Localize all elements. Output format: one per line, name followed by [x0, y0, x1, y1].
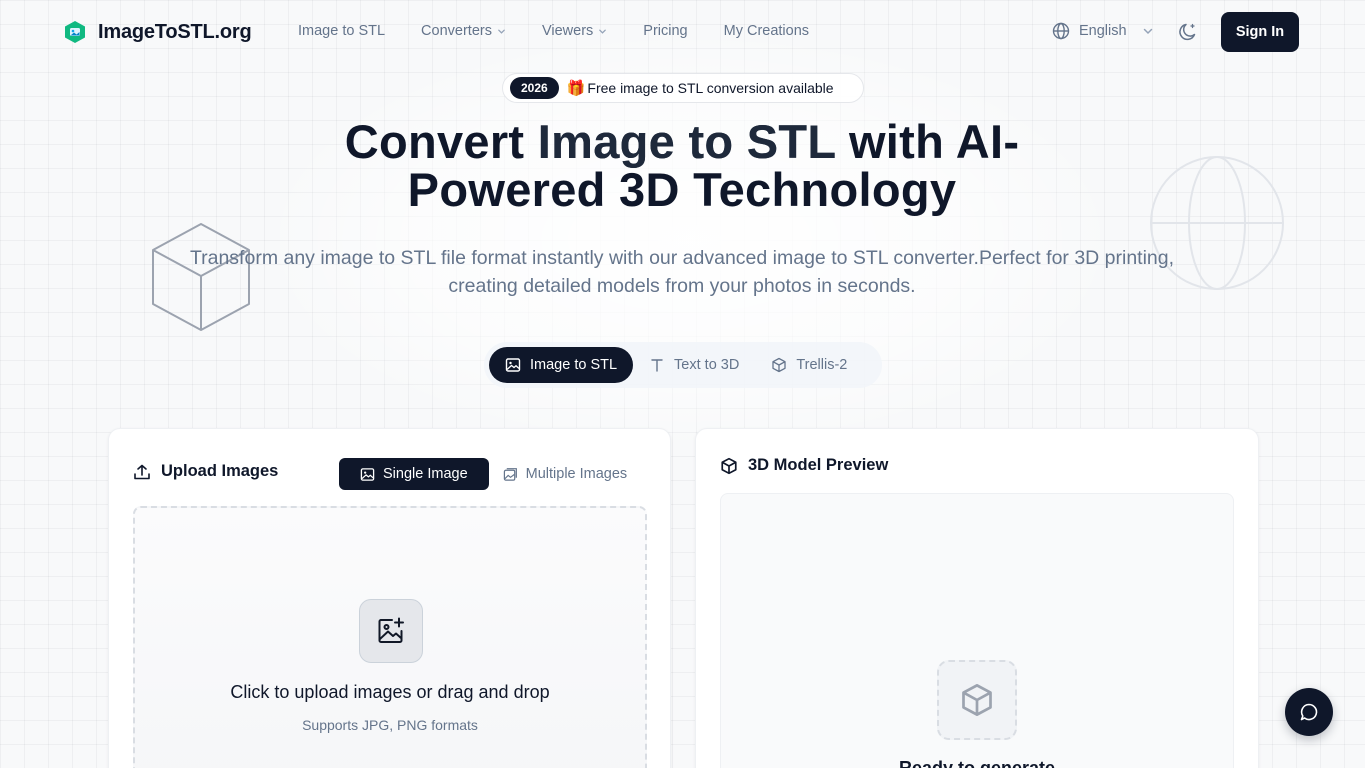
hero-title-accent: Image to STL [537, 115, 836, 168]
brand-logo-link[interactable]: ImageToSTL.org [64, 20, 252, 44]
nav-label: Image to STL [298, 23, 386, 39]
hero-title-part: Convert [344, 115, 538, 168]
dropzone-hint: Supports JPG, PNG formats [302, 717, 478, 733]
hero-title-line2: Powered 3D Technology [407, 163, 957, 216]
preview-status: Ready to generate [898, 758, 1056, 768]
preview-panel: 3D Model Preview Ready to generate [695, 428, 1259, 768]
upload-mode-toggle: Single Image Multiple Images [339, 458, 641, 490]
tab-label: Image to STL [530, 357, 618, 373]
hero-title: Convert Image to STL with AI- Powered 3D… [232, 118, 1132, 214]
sign-in-button[interactable]: Sign In [1221, 12, 1299, 52]
main-nav: Image to STL Converters Viewers Pricing … [298, 23, 845, 39]
image-plus-icon [359, 599, 423, 663]
tab-label: Text to 3D [674, 357, 740, 373]
multiple-images-button[interactable]: Multiple Images [489, 458, 642, 490]
tab-trellis-2[interactable]: Trellis-2 [755, 347, 863, 383]
nav-item-my-creations[interactable]: My Creations [724, 23, 809, 39]
announcement-badge: 2026 🎁 Free image to STL conversion avai… [502, 73, 864, 103]
hero-subtitle: Transform any image to STL file format i… [132, 244, 1232, 300]
upload-panel-title: Upload Images [133, 462, 278, 481]
year-badge: 2026 [510, 77, 559, 99]
hero-subtitle-line: Transform any image to STL file format i… [189, 247, 1175, 269]
nav-label: Converters [421, 23, 492, 39]
images-icon [503, 467, 517, 481]
nav-item-converters[interactable]: Converters [421, 23, 506, 39]
brand-name: ImageToSTL.org [98, 20, 252, 43]
chat-button[interactable] [1285, 688, 1333, 736]
globe-icon [1052, 22, 1070, 40]
site-header: ImageToSTL.org Image to STL Converters V… [0, 0, 1365, 64]
upload-icon [134, 464, 150, 479]
cube-icon [962, 684, 992, 716]
toggle-label: Single Image [383, 466, 468, 482]
hero-subtitle-line: creating detailed models from your photo… [448, 275, 916, 297]
chevron-down-icon [599, 29, 607, 34]
dropzone-title: Click to upload images or drag and drop [230, 682, 550, 702]
cube-icon [772, 357, 786, 373]
hero-title-part: with AI- [835, 115, 1020, 168]
moon-icon[interactable] [1177, 21, 1199, 43]
chevron-down-icon [1143, 28, 1152, 35]
toggle-label: Multiple Images [525, 466, 628, 482]
nav-item-image-to-stl[interactable]: Image to STL [298, 23, 385, 39]
tab-label: Trellis-2 [796, 357, 848, 373]
nav-label: Pricing [643, 23, 688, 39]
model-preview-area: Ready to generate [720, 493, 1234, 768]
chevron-down-icon [498, 29, 505, 34]
image-dropzone[interactable]: Click to upload images or drag and drop … [133, 506, 647, 768]
tab-text-to-3d[interactable]: Text to 3D [633, 347, 755, 383]
nav-item-pricing[interactable]: Pricing [643, 23, 687, 39]
image-icon [505, 358, 521, 372]
single-image-button[interactable]: Single Image [339, 458, 489, 490]
language-label: English [1079, 23, 1127, 39]
preview-placeholder [937, 660, 1017, 740]
tab-image-to-stl[interactable]: Image to STL [489, 347, 634, 383]
panel-title-text: 3D Model Preview [748, 456, 889, 474]
generation-mode-tabs: Image to STL Text to 3D Trellis-2 [484, 342, 882, 388]
preview-panel-title: 3D Model Preview [720, 456, 888, 475]
badge-text: Free image to STL conversion available [587, 80, 834, 96]
cube-icon [721, 457, 737, 474]
logo-icon [65, 21, 85, 43]
nav-item-viewers[interactable]: Viewers [542, 23, 607, 39]
text-icon [651, 359, 663, 372]
nav-label: Viewers [541, 23, 594, 39]
panel-title-text: Upload Images [161, 462, 279, 480]
message-circle-icon [1300, 703, 1318, 721]
gift-icon: 🎁 [566, 80, 586, 97]
language-selector[interactable]: English [1052, 22, 1154, 40]
upload-panel: Upload Images Single Image Multiple Imag… [108, 428, 671, 768]
image-icon [360, 467, 375, 481]
nav-label: My Creations [723, 23, 810, 39]
